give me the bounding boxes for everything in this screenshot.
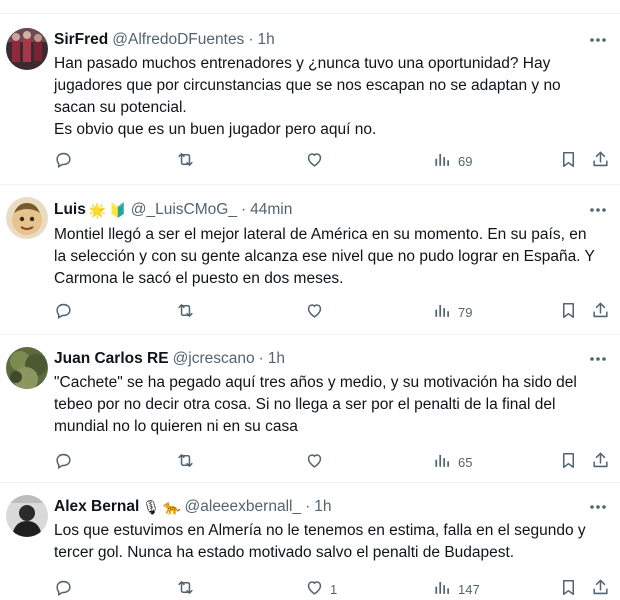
reply-button[interactable] — [54, 300, 79, 324]
views-button[interactable]: 147 — [433, 577, 480, 600]
more-icon[interactable] — [588, 349, 608, 369]
reply-button[interactable] — [54, 577, 79, 600]
author-name[interactable]: Luis — [54, 201, 86, 219]
separator-dot: · — [258, 350, 264, 367]
views-icon — [433, 578, 452, 600]
bookmark-button[interactable] — [559, 149, 578, 173]
share-icon — [591, 578, 610, 600]
share-button[interactable] — [591, 300, 610, 324]
author-handle[interactable]: @jcrescano — [173, 350, 255, 368]
author-name[interactable]: SirFred — [54, 31, 108, 49]
tweet-actions: 1 147 — [0, 577, 620, 600]
views-icon — [433, 301, 452, 323]
tweet-actions: 65 — [0, 450, 620, 474]
feed-top-edge — [0, 0, 620, 14]
bookmark-button[interactable] — [559, 577, 578, 600]
bookmark-icon — [559, 301, 578, 323]
like-icon — [305, 451, 324, 473]
reply-icon — [54, 301, 73, 323]
timestamp[interactable]: 1h — [268, 350, 285, 368]
reply-button[interactable] — [54, 450, 79, 474]
like-button[interactable]: 1 — [305, 577, 337, 600]
retweet-icon — [176, 451, 195, 473]
timestamp[interactable]: 1h — [314, 498, 331, 516]
more-icon[interactable] — [588, 30, 608, 50]
retweet-icon — [176, 301, 195, 323]
microphone-badge-icon: 🎙 — [142, 499, 161, 515]
share-icon — [591, 451, 610, 473]
like-count: 1 — [330, 581, 338, 597]
tweet-text: Los que estuvimos en Almería no le tenem… — [54, 522, 590, 561]
tweet-actions: 69 — [0, 149, 620, 173]
bookmark-button[interactable] — [559, 300, 578, 324]
tweet-text: Han pasado muchos entrenadores y ¿nunca … — [54, 55, 561, 138]
author-name[interactable]: Juan Carlos RE — [54, 350, 169, 368]
separator-dot: · — [305, 498, 311, 515]
share-icon — [591, 301, 610, 323]
avatar[interactable] — [6, 495, 48, 537]
like-icon — [305, 150, 324, 172]
author-handle[interactable]: @AlfredoDFuentes — [112, 31, 244, 49]
share-button[interactable] — [591, 577, 610, 600]
share-button[interactable] — [591, 149, 610, 173]
tweet-header: SirFred @AlfredoDFuentes · 1h — [54, 29, 580, 51]
tweet-actions: 79 — [0, 300, 620, 324]
like-icon — [305, 301, 324, 323]
bookmark-button[interactable] — [559, 450, 578, 474]
reply-icon — [54, 578, 73, 600]
tweet-text: "Cachete" se ha pegado aquí tres años y … — [54, 374, 582, 435]
like-icon — [305, 578, 324, 600]
share-icon — [591, 150, 610, 172]
beginner-badge-icon: 🔰 — [109, 202, 127, 218]
tweet-4[interactable]: Alex Bernal 🎙 🐆 @aleeexbernall_ · 1h Los… — [0, 483, 620, 600]
separator-dot: · — [248, 31, 254, 48]
tweet-1[interactable]: SirFred @AlfredoDFuentes · 1h Han pasado… — [0, 15, 620, 185]
tweet-2[interactable]: Luis 🌟 🔰 @_LuisCMoG_ · 44min Montiel lle… — [0, 185, 620, 335]
bookmark-icon — [559, 451, 578, 473]
reply-icon — [54, 451, 73, 473]
views-button[interactable]: 79 — [433, 300, 472, 324]
tweet-3[interactable]: Juan Carlos RE @jcrescano · 1h "Cachete"… — [0, 335, 620, 483]
avatar[interactable] — [6, 28, 48, 70]
star-badge-icon: 🌟 — [88, 202, 107, 218]
tweet-header: Alex Bernal 🎙 🐆 @aleeexbernall_ · 1h — [54, 496, 580, 518]
author-handle[interactable]: @_LuisCMoG_ — [131, 201, 237, 219]
timestamp[interactable]: 44min — [250, 201, 292, 219]
share-button[interactable] — [591, 450, 610, 474]
retweet-icon — [176, 578, 195, 600]
more-icon[interactable] — [588, 497, 608, 517]
views-button[interactable]: 69 — [433, 149, 472, 173]
more-icon[interactable] — [588, 200, 608, 220]
like-button[interactable] — [305, 300, 330, 324]
bookmark-icon — [559, 150, 578, 172]
separator-dot: · — [240, 201, 247, 218]
like-button[interactable] — [305, 450, 330, 474]
author-handle[interactable]: @aleeexbernall_ — [185, 498, 302, 516]
views-button[interactable]: 65 — [433, 450, 472, 474]
views-icon — [433, 451, 452, 473]
avatar[interactable] — [6, 197, 48, 239]
retweet-button[interactable] — [176, 450, 201, 474]
bookmark-icon — [559, 578, 578, 600]
retweet-icon — [176, 150, 195, 172]
tweet-text: Montiel llegó a ser el mejor lateral de … — [54, 226, 599, 287]
tweet-header: Luis 🌟 🔰 @_LuisCMoG_ · 44min — [54, 199, 580, 221]
like-button[interactable] — [305, 149, 330, 173]
views-icon — [433, 150, 452, 172]
avatar[interactable] — [6, 347, 48, 389]
tweet-header: Juan Carlos RE @jcrescano · 1h — [54, 348, 580, 370]
retweet-button[interactable] — [176, 149, 201, 173]
retweet-button[interactable] — [176, 577, 201, 600]
author-name[interactable]: Alex Bernal — [54, 498, 139, 516]
reply-icon — [54, 150, 73, 172]
leopard-badge-icon: 🐆 — [163, 499, 181, 515]
timestamp[interactable]: 1h — [257, 31, 274, 49]
reply-button[interactable] — [54, 149, 79, 173]
retweet-button[interactable] — [176, 300, 201, 324]
